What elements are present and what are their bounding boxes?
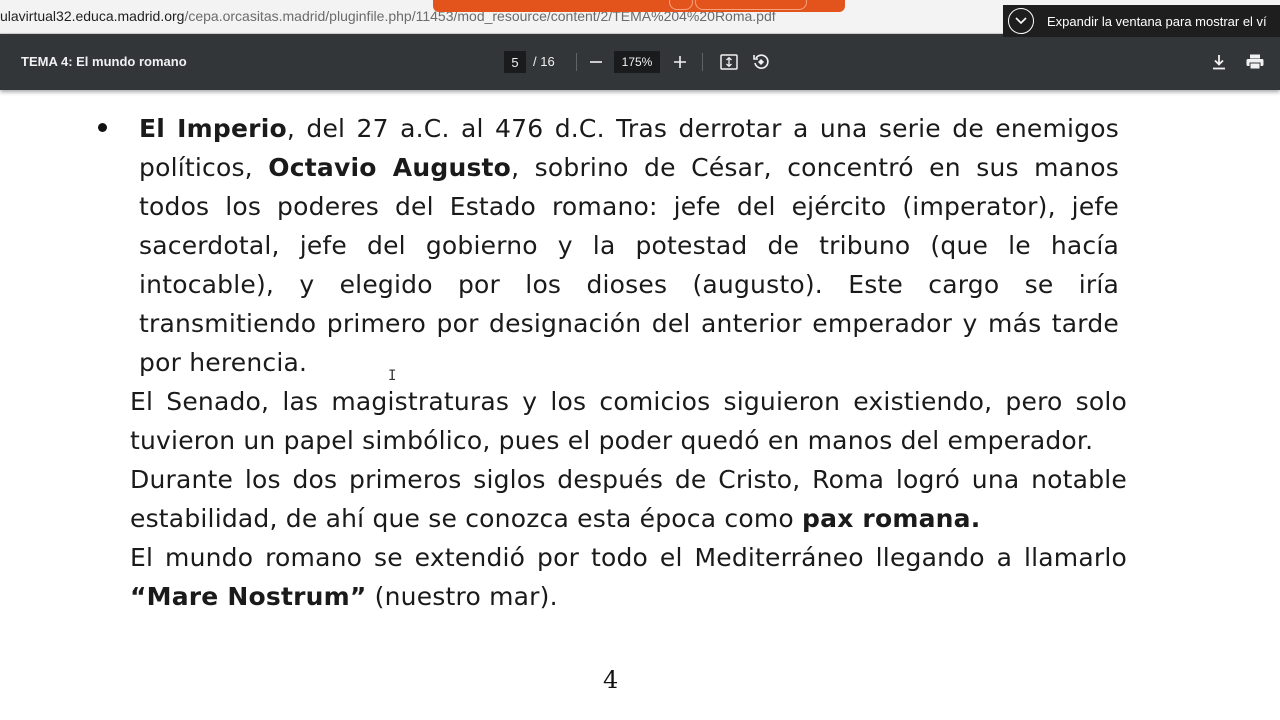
text-line: por herencia. <box>139 348 308 377</box>
text-line: El Senado, las magistraturas y los comic… <box>130 387 1127 416</box>
pdf-toolbar: TEMA 4: El mundo romano 5 / 16 175% <box>0 34 1280 90</box>
text-line: sacerdotal, jefe del gobierno y la potes… <box>139 231 1119 260</box>
text-line: Durante los dos primeros siglos después … <box>130 465 1127 494</box>
expand-window-tooltip[interactable]: Expandir la ventana para mostrar el ví <box>1003 5 1280 37</box>
print-icon <box>1246 54 1264 70</box>
document-title: TEMA 4: El mundo romano <box>21 54 187 69</box>
url-host: ulavirtual32.educa.madrid.org <box>0 8 185 24</box>
fit-page-icon <box>720 54 738 70</box>
zoom-out-button[interactable] <box>584 50 608 74</box>
chevron-down-icon[interactable] <box>1008 8 1034 34</box>
recording-indicator <box>433 0 845 12</box>
text-line: El mundo romano se extendió por todo el … <box>130 543 1127 572</box>
rotate-button[interactable] <box>749 50 773 74</box>
plus-icon <box>674 56 686 68</box>
text-line: transmitiendo primero por designación de… <box>139 309 1119 338</box>
toolbar-divider <box>702 53 703 71</box>
download-button[interactable] <box>1207 50 1231 74</box>
fit-to-page-button[interactable] <box>717 50 741 74</box>
minus-icon <box>590 61 602 63</box>
text-line: todos los poderes del Estado romano: jef… <box>139 192 1119 221</box>
print-button[interactable] <box>1243 50 1267 74</box>
expand-tooltip-text: Expandir la ventana para mostrar el ví <box>1047 13 1267 29</box>
rotate-icon <box>753 54 769 69</box>
download-icon <box>1213 55 1225 70</box>
zoom-in-button[interactable] <box>668 50 692 74</box>
pdf-page: El Imperio, del 27 a.C. al 476 d.C. Tras… <box>0 90 1280 720</box>
text-line: “Mare Nostrum” (nuestro mar). <box>130 582 558 611</box>
bullet-point <box>98 123 107 132</box>
page-total: / 16 <box>533 54 555 69</box>
text-line: estabilidad, de ahí que se conozca esta … <box>130 504 981 533</box>
text-line: tuvieron un papel simbólico, pues el pod… <box>130 426 1094 455</box>
page-footer-number: 4 <box>603 666 619 694</box>
text-line: políticos, Octavio Augusto, sobrino de C… <box>139 153 1120 182</box>
zoom-level-input[interactable]: 175% <box>614 51 660 73</box>
toolbar-divider <box>576 53 577 71</box>
text-line: El Imperio, del 27 a.C. al 476 d.C. Tras… <box>139 114 1119 143</box>
page-number-input[interactable]: 5 <box>504 51 526 73</box>
text-line: intocable), y elegido por los dioses (au… <box>139 270 1119 299</box>
